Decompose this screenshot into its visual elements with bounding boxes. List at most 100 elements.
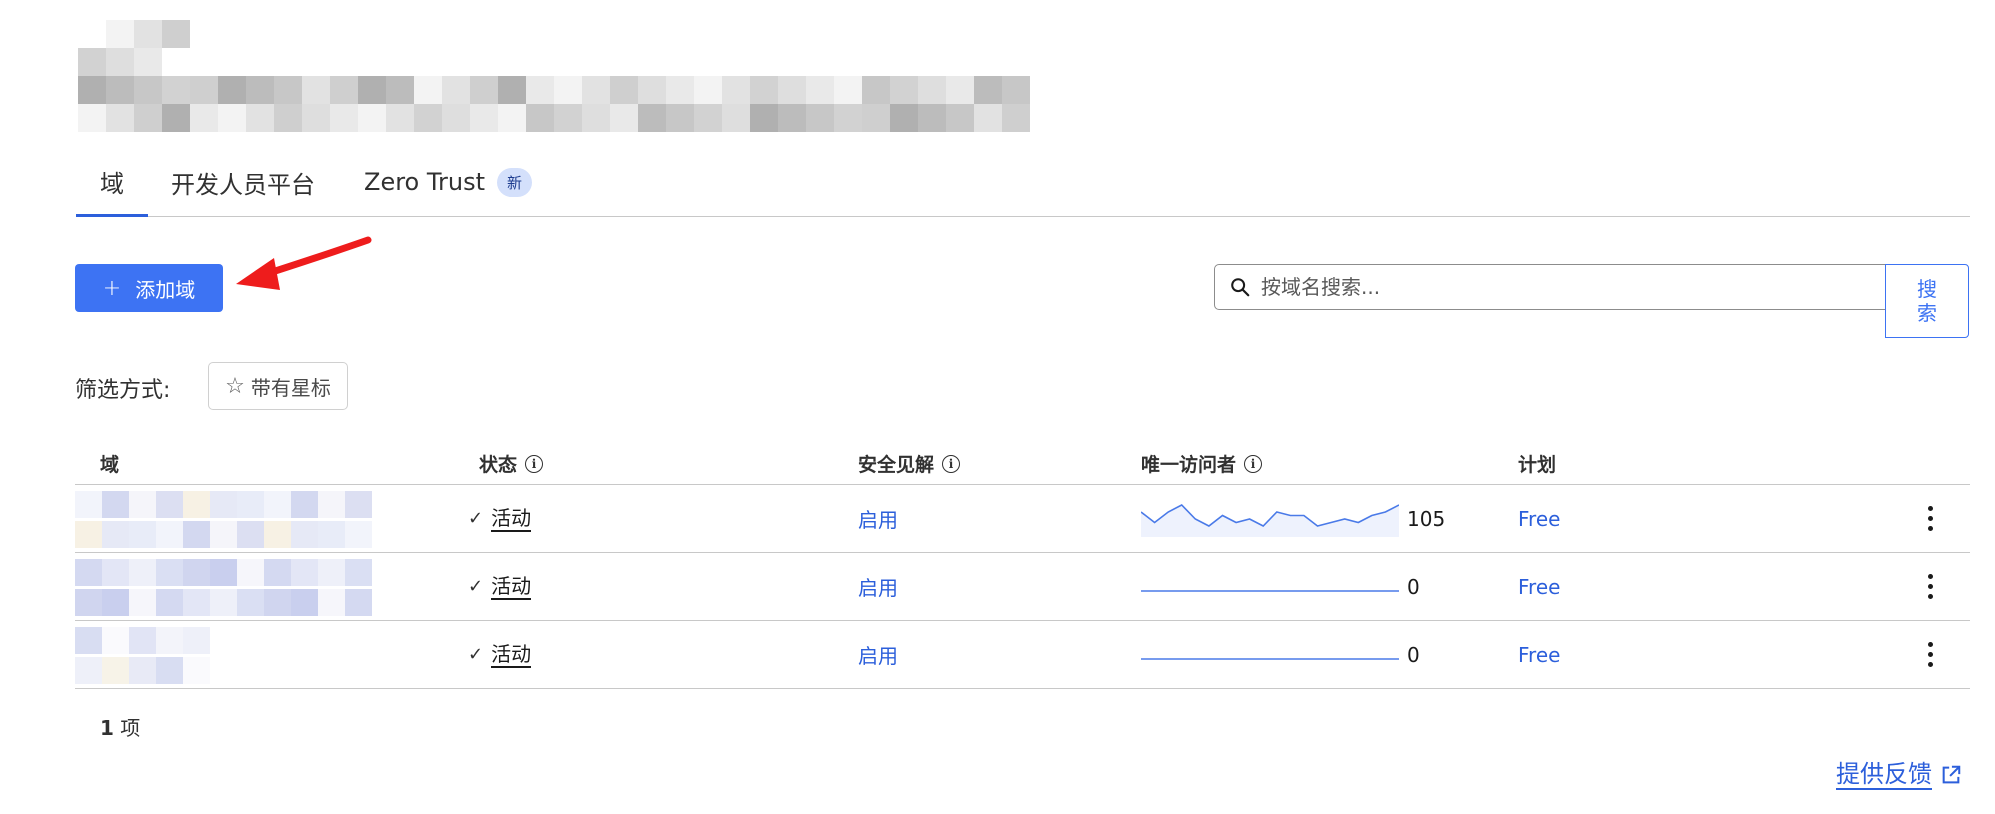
- redaction-pixel: [75, 589, 102, 616]
- redaction-pixel: [610, 76, 638, 104]
- checkmark-icon: ✓: [468, 508, 484, 529]
- redaction-pixel: [694, 76, 722, 104]
- checkmark-icon: ✓: [468, 644, 484, 665]
- redaction-pixel: [134, 48, 162, 76]
- column-header-security-insights-label: 安全见解: [858, 454, 935, 476]
- redaction-pixel: [237, 491, 264, 518]
- starred-filter-chip[interactable]: ☆ 带有星标: [208, 362, 348, 410]
- redaction-pixel: [106, 76, 134, 104]
- redaction-pixel: [237, 589, 264, 616]
- redaction-pixel: [218, 76, 246, 104]
- redaction-pixel: [806, 104, 834, 132]
- redaction-pixel: [330, 76, 358, 104]
- tab-domains[interactable]: 域: [76, 148, 148, 217]
- redaction-pixel: [302, 104, 330, 132]
- column-header-status[interactable]: 状态 i: [479, 450, 544, 477]
- redaction-pixel: [264, 521, 291, 548]
- status-active-link[interactable]: 活动: [491, 574, 532, 600]
- security-insights-cell: 启用: [858, 621, 898, 688]
- plus-icon: +: [102, 275, 122, 301]
- redaction-pixel: [129, 589, 156, 616]
- tab-bar: 域 开发人员平台 Zero Trust 新: [76, 148, 1970, 217]
- column-header-security-insights[interactable]: 安全见解 i: [858, 450, 961, 477]
- redaction-pixel: [78, 76, 106, 104]
- redaction-pixel: [862, 76, 890, 104]
- redaction-pixel: [106, 48, 134, 76]
- item-count: 1 项: [100, 712, 140, 741]
- redaction-pixel: [526, 104, 554, 132]
- redaction-pixel: [75, 627, 102, 654]
- status-cell: ✓ 活动: [468, 621, 532, 688]
- redaction-pixel: [190, 76, 218, 104]
- search-button[interactable]: 搜索: [1885, 264, 1969, 338]
- column-header-unique-visitors[interactable]: 唯一访问者 i: [1141, 450, 1263, 477]
- redaction-pixel: [129, 491, 156, 518]
- tab-zero-trust-label: Zero Trust: [364, 168, 485, 196]
- star-outline-icon: ☆: [225, 373, 245, 399]
- redaction-pixel: [156, 627, 183, 654]
- redaction-pixel: [291, 491, 318, 518]
- info-icon[interactable]: i: [942, 454, 961, 473]
- redaction-pixel: [218, 104, 246, 132]
- more-options-icon[interactable]: [1915, 567, 1945, 607]
- table-row: ✓ 活动 启用 105 Free: [75, 485, 1970, 553]
- redaction-pixel: [106, 20, 134, 48]
- plan-link[interactable]: Free: [1518, 507, 1560, 531]
- redacted-domain-name[interactable]: [75, 487, 455, 551]
- security-insights-enabled-link[interactable]: 启用: [858, 504, 898, 533]
- info-icon[interactable]: i: [1244, 454, 1263, 473]
- tab-zero-trust[interactable]: Zero Trust 新: [364, 148, 532, 216]
- search-field[interactable]: [1214, 264, 1886, 310]
- redaction-pixel: [918, 104, 946, 132]
- redaction-pixel: [470, 76, 498, 104]
- redaction-pixel: [638, 76, 666, 104]
- add-domain-button[interactable]: + 添加域: [75, 264, 223, 312]
- redacted-domain-name[interactable]: [75, 623, 455, 687]
- more-options-icon[interactable]: [1915, 635, 1945, 675]
- redaction-pixel: [75, 657, 102, 684]
- unique-visitors-cell: 0: [1141, 553, 1420, 620]
- status-active-link[interactable]: 活动: [491, 642, 532, 668]
- redaction-pixel: [106, 104, 134, 132]
- redaction-pixel: [210, 589, 237, 616]
- redaction-pixel: [694, 104, 722, 132]
- redaction-pixel: [237, 559, 264, 586]
- item-count-number: 1: [100, 716, 114, 740]
- redaction-pixel: [345, 589, 372, 616]
- redaction-pixel: [386, 104, 414, 132]
- security-insights-enabled-link[interactable]: 启用: [858, 640, 898, 669]
- visitors-count: 0: [1407, 642, 1420, 667]
- redaction-pixel: [358, 104, 386, 132]
- status-active-link[interactable]: 活动: [491, 506, 532, 532]
- status-cell: ✓ 活动: [468, 553, 532, 620]
- redaction-pixel: [470, 104, 498, 132]
- redaction-pixel: [414, 76, 442, 104]
- info-icon[interactable]: i: [525, 454, 544, 473]
- redaction-pixel: [183, 657, 210, 684]
- column-header-domain-label: 域: [100, 454, 120, 476]
- plan-link[interactable]: Free: [1518, 575, 1560, 599]
- search-input[interactable]: [1259, 274, 1863, 300]
- redaction-pixel: [134, 76, 162, 104]
- security-insights-enabled-link[interactable]: 启用: [858, 572, 898, 601]
- redaction-pixel: [75, 521, 102, 548]
- redaction-pixel: [358, 76, 386, 104]
- redaction-pixel: [946, 104, 974, 132]
- more-options-icon[interactable]: [1915, 499, 1945, 539]
- tab-developer-platform[interactable]: 开发人员平台: [171, 148, 315, 216]
- column-header-domain[interactable]: 域: [100, 450, 119, 477]
- redacted-account-header: [50, 18, 1030, 132]
- column-header-plan[interactable]: 计划: [1518, 450, 1556, 477]
- redacted-domain-name[interactable]: [75, 555, 455, 619]
- redaction-pixel: [156, 559, 183, 586]
- redaction-pixel: [582, 104, 610, 132]
- redaction-pixel: [162, 104, 190, 132]
- redaction-pixel: [129, 657, 156, 684]
- feedback-link[interactable]: 提供反馈: [1836, 760, 1962, 790]
- redaction-pixel: [318, 559, 345, 586]
- redaction-pixel: [78, 48, 106, 76]
- redaction-pixel: [834, 76, 862, 104]
- plan-link[interactable]: Free: [1518, 643, 1560, 667]
- redaction-pixel: [264, 559, 291, 586]
- external-link-icon: [1942, 765, 1961, 784]
